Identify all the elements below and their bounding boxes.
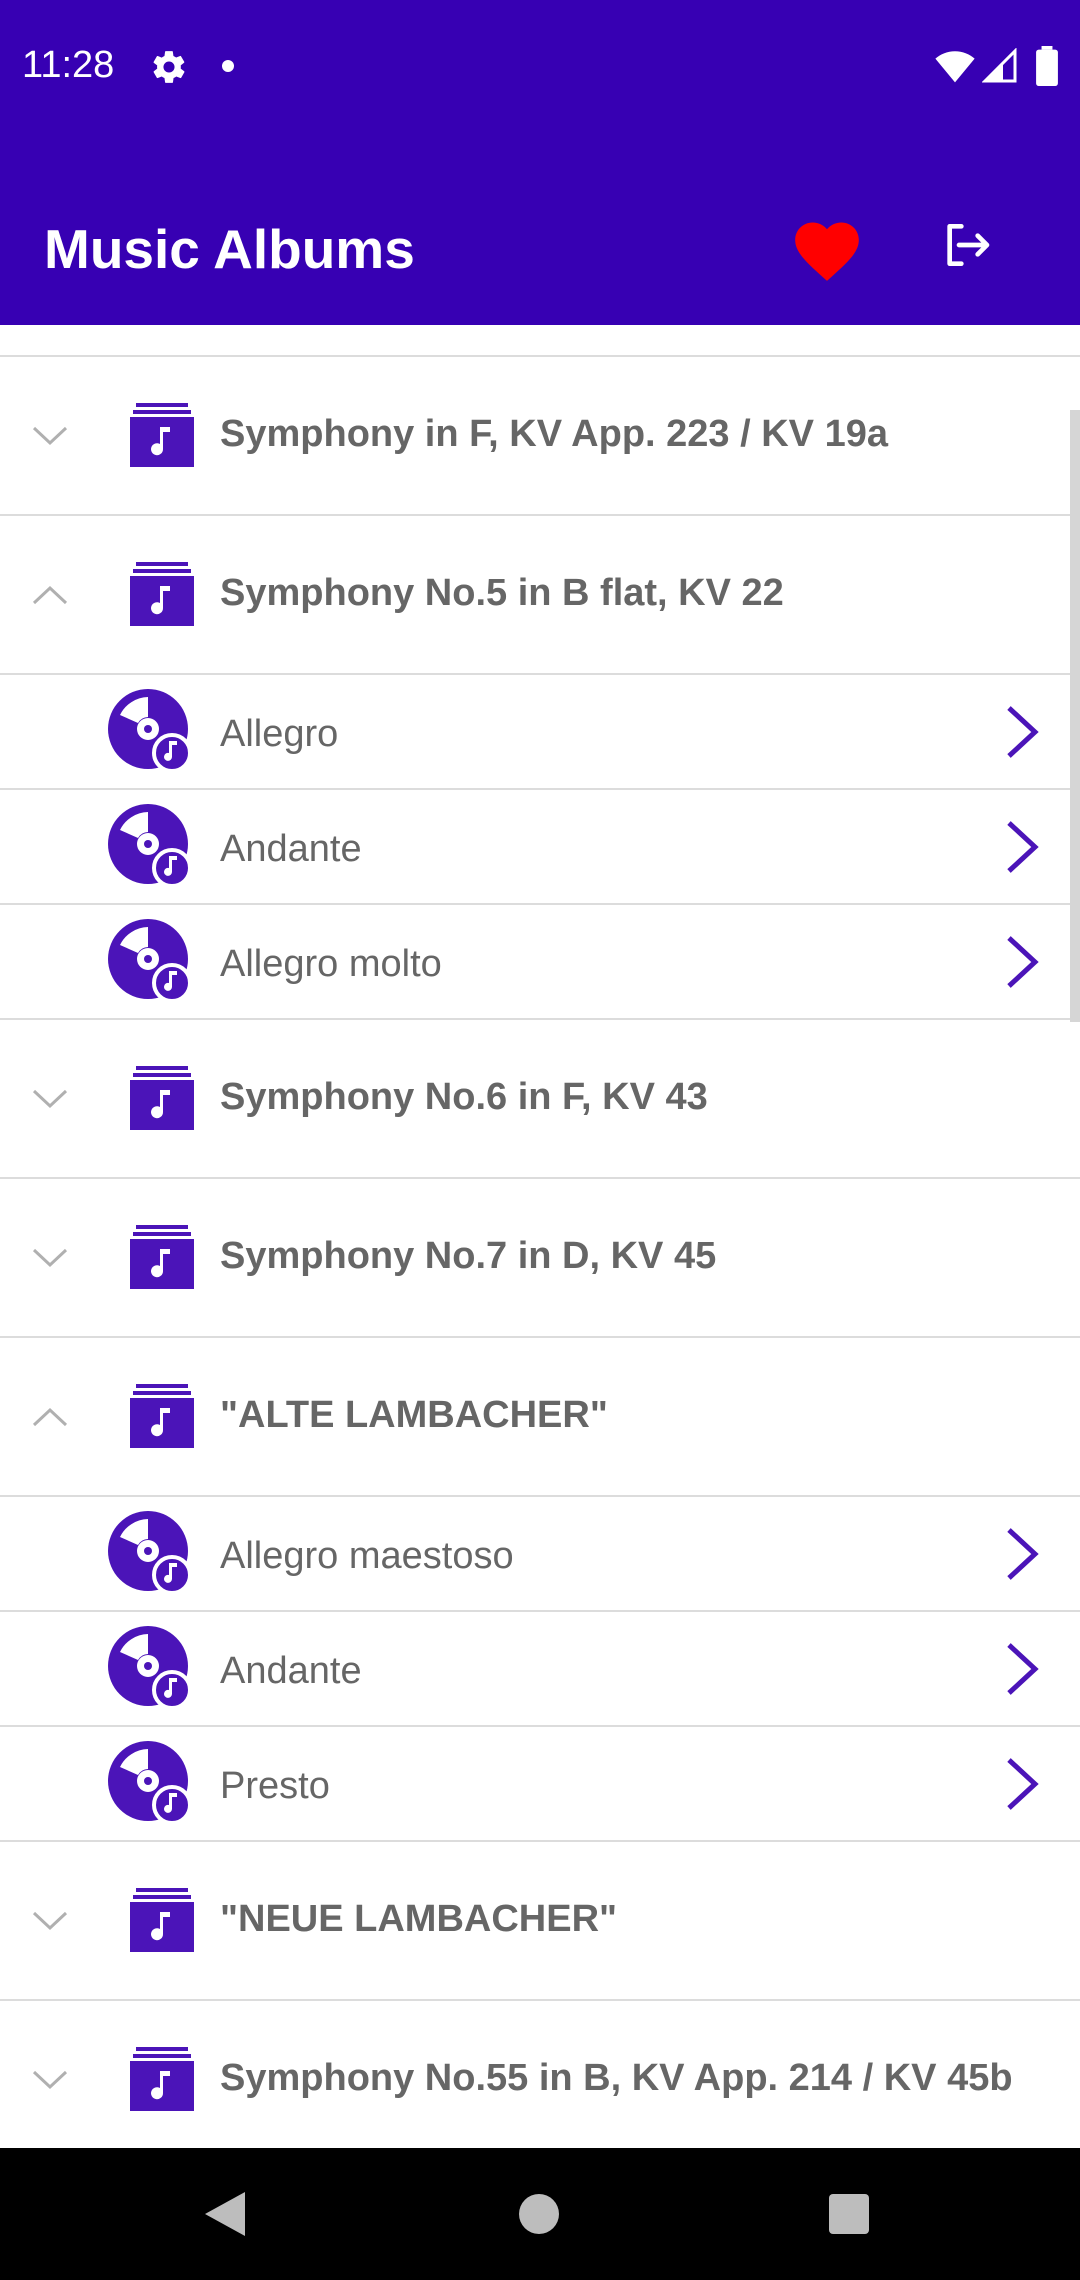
status-bar: 11:28 [0,0,1080,135]
system-nav-bar [0,2148,1080,2280]
album-row[interactable]: Symphony No.7 in D, KV 45 [0,1179,1080,1338]
disc-music-icon [108,919,192,1003]
battery-icon [1036,46,1058,86]
album-title: "NEUE LAMBACHER" [220,1898,618,1940]
track-row[interactable]: Allegro maestoso [0,1497,1080,1612]
track-row[interactable]: Allegro molto [0,905,1080,1020]
chevron-right-icon[interactable] [1005,820,1039,874]
disc-music-icon [108,689,192,773]
album-title: Symphony in F, KV App. 223 / KV 19a [220,413,888,455]
chevron-up-icon[interactable] [32,1407,68,1427]
album-title: "ALTE LAMBACHER" [220,1394,608,1436]
logout-icon[interactable] [936,217,996,273]
album-row[interactable]: Symphony No.6 in F, KV 43 [0,1020,1080,1179]
chevron-right-icon[interactable] [1005,935,1039,989]
track-title: Presto [220,1765,330,1807]
page-title: Music Albums [44,218,415,280]
album-icon [130,1888,194,1952]
album-row[interactable]: "ALTE LAMBACHER" [0,1338,1080,1497]
track-title: Allegro maestoso [220,1535,514,1577]
disc-music-icon [108,1511,192,1595]
chevron-down-icon[interactable] [32,2070,68,2090]
favorites-heart-icon[interactable] [788,213,866,283]
track-row[interactable]: Presto [0,1727,1080,1842]
app-bar: Music Albums [0,135,1080,325]
album-row[interactable]: Symphony No.5 in B flat, KV 22 [0,516,1080,675]
wifi-icon [935,51,975,83]
disc-music-icon [108,804,192,888]
track-row[interactable]: Andante [0,790,1080,905]
home-icon[interactable] [519,2194,559,2234]
track-row[interactable]: Andante [0,1612,1080,1727]
chevron-down-icon[interactable] [32,1248,68,1268]
notification-dot-icon [222,60,234,72]
album-icon [130,403,194,467]
status-time: 11:28 [22,44,115,86]
chevron-right-icon[interactable] [1005,1642,1039,1696]
disc-music-icon [108,1626,192,1710]
chevron-right-icon[interactable] [1005,705,1039,759]
chevron-right-icon[interactable] [1005,1757,1039,1811]
track-title: Allegro [220,713,339,755]
album-row[interactable]: "NEUE LAMBACHER" [0,1842,1080,2001]
album-list[interactable]: Symphony in F, KV App. 223 / KV 19a Symph… [0,325,1080,2148]
album-title: Symphony No.6 in F, KV 43 [220,1076,708,1118]
cell-signal-icon [982,48,1017,83]
album-title: Symphony No.7 in D, KV 45 [220,1235,717,1277]
album-icon [130,1225,194,1289]
album-icon [130,1384,194,1448]
album-icon [130,562,194,626]
track-row[interactable]: Allegro [0,675,1080,790]
album-title: Symphony No.55 in B, KV App. 214 / KV 45… [220,2057,1013,2099]
disc-music-icon [108,1741,192,1825]
chevron-down-icon[interactable] [32,426,68,446]
back-icon[interactable] [205,2192,245,2236]
chevron-down-icon[interactable] [32,1089,68,1109]
recents-icon[interactable] [829,2194,869,2234]
chevron-down-icon[interactable] [32,1911,68,1931]
chevron-right-icon[interactable] [1005,1527,1039,1581]
album-row[interactable]: Symphony No.55 in B, KV App. 214 / KV 45… [0,2001,1080,2148]
track-title: Allegro molto [220,943,442,985]
album-icon [130,2047,194,2111]
track-title: Andante [220,1650,362,1692]
track-title: Andante [220,828,362,870]
album-title: Symphony No.5 in B flat, KV 22 [220,572,784,614]
album-icon [130,1066,194,1130]
chevron-up-icon[interactable] [32,585,68,605]
album-row[interactable]: Symphony in F, KV App. 223 / KV 19a [0,357,1080,516]
scrollbar[interactable] [1070,410,1080,1022]
settings-gear-icon [153,51,185,83]
